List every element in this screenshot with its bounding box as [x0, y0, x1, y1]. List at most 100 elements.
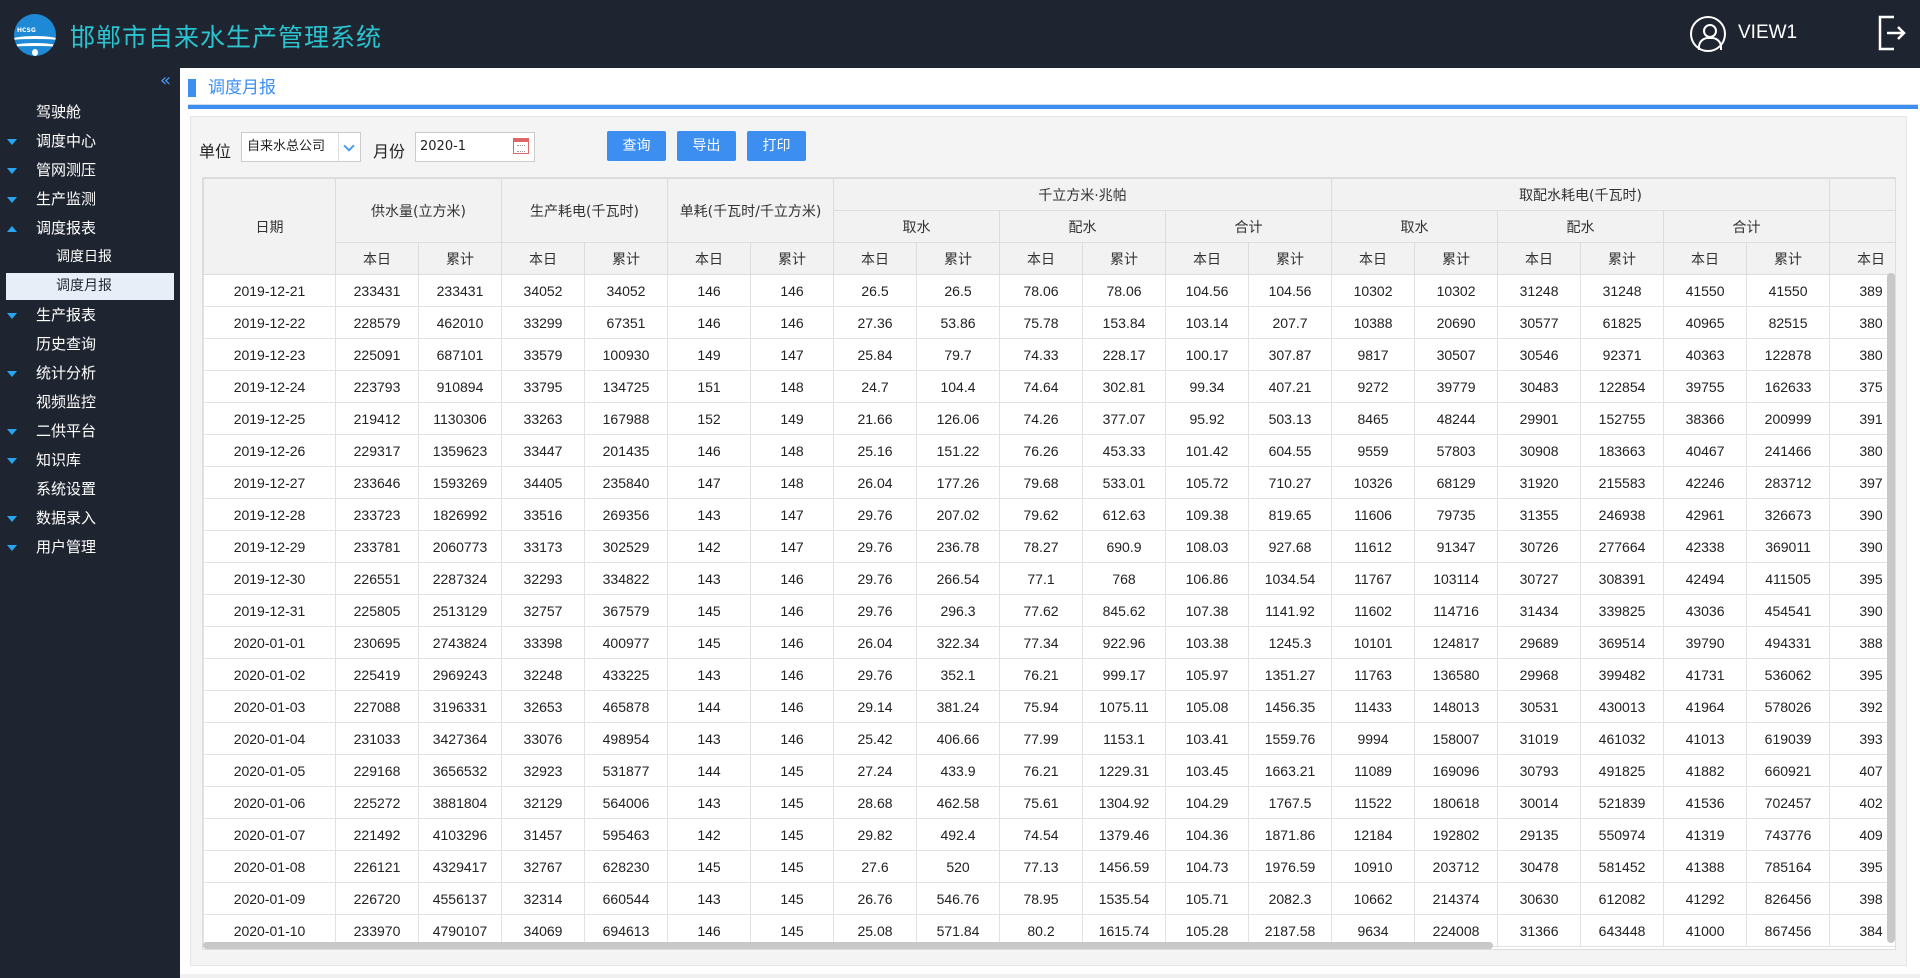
sidebar-item-10[interactable]: 视频监控	[0, 388, 180, 417]
table-cell: 11606	[1331, 498, 1416, 531]
table-cell: 339825	[1580, 594, 1665, 627]
table-cell: 143	[667, 562, 751, 595]
table-cell: 30793	[1497, 754, 1582, 787]
vertical-scrollbar[interactable]	[1887, 273, 1895, 943]
table-row[interactable]: 2019-12-25 219412 1130306 33263 167988 152 149…	[203, 402, 1895, 435]
collapse-sidebar-icon[interactable]: «	[160, 72, 171, 90]
table-row[interactable]: 2019-12-30 226551 2287324 32293 334822 143 146…	[203, 562, 1895, 595]
table-cell: 612.63	[1082, 498, 1167, 531]
table-row[interactable]: 2020-01-09 226720 4556137 32314 660544 143 145…	[203, 882, 1895, 915]
company-logo-icon: HCSG	[14, 14, 56, 56]
table-row[interactable]: 2019-12-21 233431 233431 34052 34052 146 146 26…	[203, 274, 1895, 307]
table-row[interactable]: 2020-01-05 229168 3656532 32923 531877 144 145…	[203, 754, 1895, 787]
sidebar-subitem-5[interactable]: 调度日报	[0, 243, 180, 272]
sidebar-item-8[interactable]: 历史查询	[0, 330, 180, 359]
table-row[interactable]: 2019-12-31 225805 2513129 32757 367579 145 146…	[203, 594, 1895, 627]
table-cell: 494331	[1746, 626, 1831, 659]
table-cell: 2019-12-23	[203, 338, 336, 371]
table-row[interactable]: 2020-01-03 227088 3196331 32653 465878 144 146…	[203, 690, 1895, 723]
export-button[interactable]: 导出	[677, 131, 736, 161]
user-avatar-icon[interactable]	[1690, 16, 1726, 52]
table-cell: 78.06	[1082, 274, 1167, 307]
table-cell: 33516	[501, 498, 585, 531]
sidebar-subitem-6[interactable]: 调度月报	[6, 273, 174, 300]
table-cell: 74.33	[999, 338, 1084, 371]
calendar-icon[interactable]	[513, 138, 529, 154]
chevron-down-icon[interactable]	[338, 133, 360, 161]
table-cell: 246938	[1580, 498, 1665, 531]
table-row[interactable]: 2019-12-29 233781 2060773 33173 302529 142 147…	[203, 530, 1895, 563]
sidebar-item-3[interactable]: 生产监测	[0, 185, 180, 214]
table-row[interactable]: 2020-01-02 225419 2969243 32248 433225 143 146…	[203, 658, 1895, 691]
table-row[interactable]: 2020-01-06 225272 3881804 32129 564006 143 145…	[203, 786, 1895, 819]
table-cell: 2020-01-03	[203, 690, 336, 723]
table-cell: 146	[667, 306, 751, 339]
user-name[interactable]: VIEW1	[1738, 22, 1797, 44]
caret-down-icon	[7, 458, 17, 464]
sidebar-item-1[interactable]: 调度中心	[0, 127, 180, 156]
table-row[interactable]: 2019-12-23 225091 687101 33579 100930 149 147 2…	[203, 338, 1895, 371]
sidebar-item-12[interactable]: 知识库	[0, 446, 180, 475]
table-cell: 41319	[1663, 818, 1748, 851]
logout-icon[interactable]	[1876, 14, 1906, 52]
table-cell: 2019-12-26	[203, 434, 336, 467]
table-cell: 61825	[1580, 306, 1665, 339]
report-table-container[interactable]: 日期 供水量(立方米) 生产耗电(千瓦时) 单耗(千瓦时/千立方米) 千立方米·…	[202, 177, 1896, 950]
table-cell: 999.17	[1082, 658, 1167, 691]
table-cell: 30726	[1497, 530, 1582, 563]
col-header-day: 本日	[1829, 242, 1895, 275]
table-cell: 1826992	[418, 498, 502, 531]
table-cell: 114716	[1414, 594, 1499, 627]
sidebar-item-7[interactable]: 生产报表	[0, 301, 180, 330]
table-row[interactable]: 2019-12-24 223793 910894 33795 134725 151 148 2…	[203, 370, 1895, 403]
table-cell: 82515	[1746, 306, 1831, 339]
unit-select[interactable]: 自来水总公司	[241, 132, 361, 162]
table-row[interactable]: 2019-12-27 233646 1593269 34405 235840 147 148…	[203, 466, 1895, 499]
table-cell: 10302	[1414, 274, 1499, 307]
table-row[interactable]: 2019-12-22 228579 462010 33299 67351 146 146 27…	[203, 306, 1895, 339]
table-cell: 326673	[1746, 498, 1831, 531]
table-cell: 104.29	[1165, 786, 1250, 819]
horizontal-scrollbar[interactable]	[203, 942, 1493, 949]
table-cell: 4103296	[418, 818, 502, 851]
table-cell: 2020-01-04	[203, 722, 336, 755]
table-cell: 29901	[1497, 402, 1582, 435]
table-cell: 1456.35	[1248, 690, 1333, 723]
table-row[interactable]: 2020-01-04 231033 3427364 33076 498954 143 146…	[203, 722, 1895, 755]
sidebar-item-0[interactable]: 驾驶舱	[0, 98, 180, 127]
table-cell: 41000	[1663, 914, 1748, 947]
table-cell: 619039	[1746, 722, 1831, 755]
sidebar-item-4[interactable]: 调度报表	[0, 214, 180, 243]
col-header-day: 本日	[833, 242, 918, 275]
month-input[interactable]: 2020-1	[415, 132, 535, 162]
table-cell: 99.34	[1165, 370, 1250, 403]
sidebar-item-11[interactable]: 二供平台	[0, 417, 180, 446]
print-button[interactable]: 打印	[747, 131, 806, 161]
table-cell: 152	[667, 402, 751, 435]
sidebar-item-9[interactable]: 统计分析	[0, 359, 180, 388]
sidebar-item-13[interactable]: 系统设置	[0, 475, 180, 504]
table-cell: 103.41	[1165, 722, 1250, 755]
table-cell: 31457	[501, 818, 585, 851]
table-cell: 628230	[584, 850, 668, 883]
table-row[interactable]: 2019-12-28 233723 1826992 33516 269356 143 147…	[203, 498, 1895, 531]
table-row[interactable]: 2020-01-01 230695 2743824 33398 400977 145 146…	[203, 626, 1895, 659]
sidebar-item-15[interactable]: 用户管理	[0, 533, 180, 562]
table-row[interactable]: 2020-01-07 221492 4103296 31457 595463 142 145…	[203, 818, 1895, 851]
table-cell: 68129	[1414, 466, 1499, 499]
table-cell: 643448	[1580, 914, 1665, 947]
sidebar-item-2[interactable]: 管网测压	[0, 156, 180, 185]
table-cell: 233723	[335, 498, 419, 531]
caret-down-icon	[7, 197, 17, 203]
table-row[interactable]: 2019-12-26 229317 1359623 33447 201435 146 148…	[203, 434, 1895, 467]
table-cell: 101.42	[1165, 434, 1250, 467]
table-cell: 2020-01-01	[203, 626, 336, 659]
sidebar-item-14[interactable]: 数据录入	[0, 504, 180, 533]
table-cell: 40965	[1663, 306, 1748, 339]
col-header-day: 本日	[1331, 242, 1416, 275]
table-cell: 31248	[1580, 274, 1665, 307]
query-button[interactable]: 查询	[607, 131, 666, 161]
table-cell: 108.03	[1165, 530, 1250, 563]
table-cell: 26.04	[833, 466, 918, 499]
table-row[interactable]: 2020-01-08 226121 4329417 32767 628230 145 145…	[203, 850, 1895, 883]
